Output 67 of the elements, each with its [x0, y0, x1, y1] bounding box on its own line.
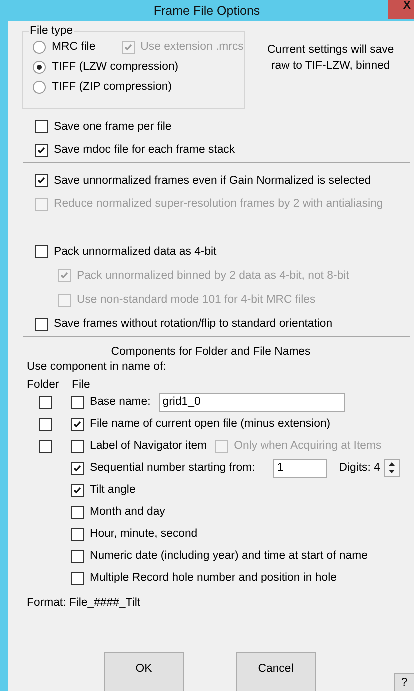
- checkbox[interactable]: [35, 245, 48, 258]
- checkbox[interactable]: [71, 440, 84, 452]
- checkbox[interactable]: [71, 528, 84, 540]
- checkbox[interactable]: [39, 418, 52, 430]
- format-text: Format: File_####_Tilt: [27, 597, 142, 609]
- checkbox-label: Sequential number starting from:: [90, 462, 256, 474]
- ok-button[interactable]: OK: [104, 652, 184, 691]
- checkbox-label: Pack unnormalized data as 4-bit: [54, 246, 217, 258]
- checkbox-label: Only when Acquiring at Items: [234, 440, 382, 452]
- check-icon: [72, 484, 83, 496]
- checkbox[interactable]: [71, 550, 84, 562]
- check-icon: [36, 144, 47, 156]
- checkbox-label: Multiple Record hole number and position in hole: [90, 572, 337, 584]
- radio-label: TIFF (ZIP compression): [52, 81, 172, 93]
- checkbox-label: Reduce normalized super-resolution frames by 2 with antialiasing: [54, 198, 384, 210]
- radio-button[interactable]: [33, 40, 46, 54]
- group-label: File type: [29, 25, 74, 37]
- checkbox-label: Month and day: [90, 506, 166, 518]
- checkbox[interactable]: [35, 144, 48, 157]
- base-name-field[interactable]: grid1_0: [158, 392, 345, 412]
- check-icon: [72, 418, 83, 430]
- check-icon: [59, 270, 70, 282]
- start-number-field[interactable]: 1: [273, 458, 328, 478]
- checkbox[interactable]: [35, 174, 48, 188]
- digits-label: Digits: 4: [339, 462, 380, 474]
- spinner-control[interactable]: [384, 459, 400, 477]
- check-icon: [36, 175, 47, 186]
- down-arrow-icon[interactable]: [389, 470, 396, 474]
- column-header: Folder: [27, 379, 60, 391]
- checkbox[interactable]: [71, 418, 84, 430]
- close-button[interactable]: X: [388, 0, 414, 19]
- checkbox-label: Pack unnormalized binned by 2 data as 4-bit, not 8-bit: [77, 270, 350, 282]
- checkbox-label: Label of Navigator item: [90, 440, 208, 452]
- checkbox-label: Save frames without rotation/flip to standard orientation: [54, 318, 333, 330]
- checkbox-label: Save one frame per file: [54, 120, 172, 133]
- check-icon: [122, 42, 134, 52]
- checkbox[interactable]: [35, 120, 48, 134]
- radio-button[interactable]: [33, 80, 46, 94]
- checkbox-label: File name of current open file (minus extension): [90, 418, 331, 430]
- checkbox[interactable]: [71, 462, 84, 474]
- checkbox-label: Use extension .mrcs: [140, 41, 244, 53]
- radio-label: MRC file: [52, 41, 96, 53]
- checkbox-label: Tilt angle: [90, 484, 136, 496]
- help-button[interactable]: ?: [394, 673, 414, 691]
- settings-note: Current settings will save raw to TIF-LZW, binned: [266, 43, 396, 74]
- checkbox[interactable]: [39, 396, 52, 408]
- cancel-button[interactable]: Cancel: [236, 652, 316, 691]
- column-header: File: [72, 379, 90, 391]
- checkbox[interactable]: [71, 484, 84, 496]
- checkbox[interactable]: [71, 506, 84, 518]
- checkbox-label: Use non-standard mode 101 for 4-bit MRC files: [77, 294, 316, 306]
- section-subtitle: Use component in name of:: [27, 361, 168, 373]
- checkbox[interactable]: [71, 396, 84, 408]
- checkbox-label: Save unnormalized frames even if Gain Normalized is selected: [54, 174, 372, 187]
- checkbox-label: Save mdoc file for each frame stack: [54, 144, 236, 156]
- checkbox[interactable]: [71, 572, 84, 584]
- checkbox[interactable]: [35, 318, 48, 331]
- checkbox-label: Hour, minute, second: [90, 528, 198, 540]
- check-icon: [72, 462, 83, 474]
- section-title: Components for Folder and File Names: [110, 346, 312, 358]
- checkbox-label: Base name:: [90, 396, 151, 408]
- checkbox[interactable]: [39, 440, 52, 452]
- up-arrow-icon[interactable]: [389, 462, 396, 466]
- checkbox-label: Numeric date (including year) and time at start of name: [90, 550, 368, 562]
- radio-button[interactable]: [33, 60, 46, 74]
- radio-label: TIFF (LZW compression): [52, 61, 179, 73]
- window-title: Frame File Options: [154, 4, 260, 18]
